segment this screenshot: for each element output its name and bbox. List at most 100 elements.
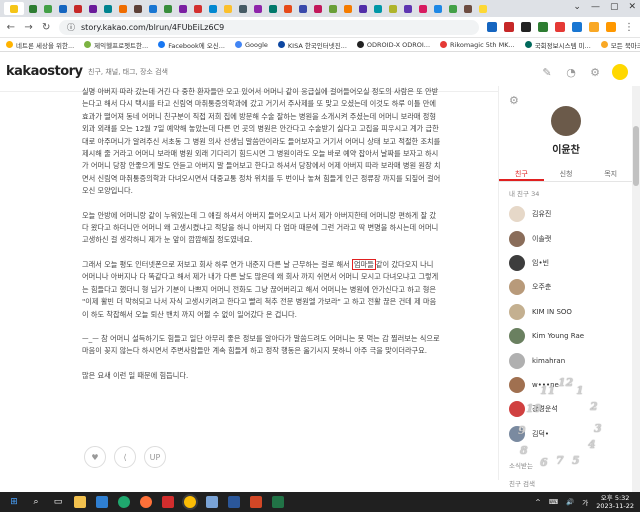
- close-button[interactable]: ✕: [628, 2, 636, 12]
- profile-avatar[interactable]: [551, 106, 581, 136]
- firefox-icon[interactable]: [140, 496, 152, 508]
- tab-list[interactable]: 목지: [588, 166, 633, 181]
- tab-search-button[interactable]: ⌄: [573, 2, 581, 12]
- friend-item[interactable]: Kim Young Rae: [509, 324, 627, 348]
- bookmark-item[interactable]: Google: [234, 41, 268, 49]
- browser-tab[interactable]: [416, 2, 429, 15]
- scrollbar-thumb[interactable]: [633, 126, 639, 186]
- browser-tab[interactable]: [56, 2, 69, 15]
- browser-tab[interactable]: [461, 2, 474, 15]
- search-input[interactable]: [88, 65, 248, 79]
- extension-icon[interactable]: [487, 22, 498, 32]
- bookmark-item[interactable]: 제익헬프로젯트한...: [84, 40, 148, 50]
- browser-tab[interactable]: [101, 2, 114, 15]
- browser-tab[interactable]: [401, 2, 414, 15]
- friend-item[interactable]: 강경운석: [509, 397, 627, 421]
- up-button[interactable]: UP: [144, 446, 166, 468]
- browser-tab[interactable]: [146, 2, 159, 15]
- forward-arrow-icon[interactable]: →: [24, 22, 34, 33]
- bookmark-item[interactable]: 모든 북마크: [600, 40, 640, 50]
- extension-icon[interactable]: [572, 22, 583, 32]
- excel-icon[interactable]: [272, 496, 284, 508]
- settings-icon[interactable]: ⚙: [588, 65, 602, 79]
- browser-tab[interactable]: [221, 2, 234, 15]
- browser-tab[interactable]: [86, 2, 99, 15]
- tray-chevron-icon[interactable]: ^: [535, 498, 540, 506]
- extension-icon[interactable]: [538, 22, 549, 32]
- bookmark-item[interactable]: Rikomagic 5th MK...: [440, 41, 515, 49]
- ime-indicator[interactable]: 가: [582, 497, 588, 507]
- browser-tab[interactable]: [251, 2, 264, 15]
- browser-tab[interactable]: [281, 2, 294, 15]
- chrome-icon[interactable]: [184, 496, 196, 508]
- browser-tab[interactable]: [446, 2, 459, 15]
- browser-tab[interactable]: [326, 2, 339, 15]
- browser-tab[interactable]: [386, 2, 399, 15]
- app-icon[interactable]: [162, 496, 174, 508]
- extension-icon[interactable]: [606, 22, 617, 32]
- browser-tab[interactable]: [236, 2, 249, 15]
- extension-icon[interactable]: [504, 22, 515, 32]
- browser-tab[interactable]: [71, 2, 84, 15]
- app2-icon[interactable]: [206, 496, 218, 508]
- store-icon[interactable]: [96, 496, 108, 508]
- volume-icon[interactable]: 🔊: [566, 498, 574, 506]
- gear-icon[interactable]: ⚙: [509, 94, 519, 107]
- keyboard-icon[interactable]: ⌨: [549, 498, 558, 506]
- browser-tab[interactable]: [191, 2, 204, 15]
- browser-tab[interactable]: [371, 2, 384, 15]
- word-icon[interactable]: [228, 496, 240, 508]
- browser-tab[interactable]: [41, 2, 54, 15]
- friend-item[interactable]: w•••ne: [509, 373, 627, 397]
- friend-item[interactable]: 임•빈: [509, 251, 627, 275]
- extension-icon[interactable]: [555, 22, 566, 32]
- browser-tab[interactable]: [161, 2, 174, 15]
- bookmark-item[interactable]: Facebook에 오신...: [158, 40, 225, 50]
- url-omnibox[interactable]: ⓘ story.kakao.com/blrun/4FUbEiLz6C9: [59, 19, 480, 35]
- browser-tab[interactable]: [296, 2, 309, 15]
- minimize-button[interactable]: —: [591, 2, 600, 12]
- tab-requests[interactable]: 신청: [544, 166, 589, 181]
- browser-tab[interactable]: [341, 2, 354, 15]
- file-explorer-icon[interactable]: [74, 496, 86, 508]
- browser-tab[interactable]: [266, 2, 279, 15]
- powerpoint-icon[interactable]: [250, 496, 262, 508]
- site-info-icon[interactable]: ⓘ: [67, 22, 75, 33]
- bookmark-item[interactable]: KISA 한국인터넷진...: [277, 40, 347, 50]
- like-button[interactable]: ♥: [84, 446, 106, 468]
- maximize-button[interactable]: ▢: [610, 2, 619, 12]
- search-icon[interactable]: ⌕: [30, 496, 42, 508]
- kakaostory-logo[interactable]: kakaostory: [6, 64, 83, 79]
- friend-search-label[interactable]: 친구 검색: [509, 478, 535, 488]
- browser-tab[interactable]: [131, 2, 144, 15]
- browser-tab[interactable]: [26, 2, 39, 15]
- clock-display[interactable]: 오후 5:32 2023-11-22: [596, 494, 634, 510]
- pencil-icon[interactable]: ✎: [540, 65, 554, 79]
- menu-icon[interactable]: ⋮: [624, 22, 634, 33]
- browser-tab[interactable]: [356, 2, 369, 15]
- browser-tab[interactable]: [206, 2, 219, 15]
- kakao-character-icon[interactable]: [612, 64, 628, 80]
- friend-item[interactable]: 이솔랫: [509, 226, 627, 250]
- friend-item[interactable]: kimahran: [509, 348, 627, 372]
- windows-start-icon[interactable]: ⊞: [8, 496, 20, 508]
- tab-friends[interactable]: 친구: [499, 166, 544, 181]
- edge-icon[interactable]: [118, 496, 130, 508]
- browser-tab[interactable]: [4, 2, 24, 15]
- browser-tab[interactable]: [476, 2, 489, 15]
- bookmark-item[interactable]: ODROID-X ODROI...: [356, 41, 430, 49]
- friend-item[interactable]: KIM IN SOO: [509, 300, 627, 324]
- page-scrollbar[interactable]: [632, 86, 640, 494]
- friend-item[interactable]: 김덕•: [509, 422, 627, 446]
- reload-icon[interactable]: ↻: [41, 22, 51, 33]
- extension-icon[interactable]: [521, 22, 532, 32]
- friend-item[interactable]: 김유진: [509, 202, 627, 226]
- share-button[interactable]: ⟨: [114, 446, 136, 468]
- browser-tab[interactable]: [176, 2, 189, 15]
- back-arrow-icon[interactable]: ←: [6, 22, 16, 33]
- subscribe-label[interactable]: 소식받는: [509, 460, 533, 470]
- browser-tab[interactable]: [311, 2, 324, 15]
- friend-item[interactable]: 오주춘: [509, 275, 627, 299]
- extension-icon[interactable]: [589, 22, 600, 32]
- bell-icon[interactable]: ◔: [564, 65, 578, 79]
